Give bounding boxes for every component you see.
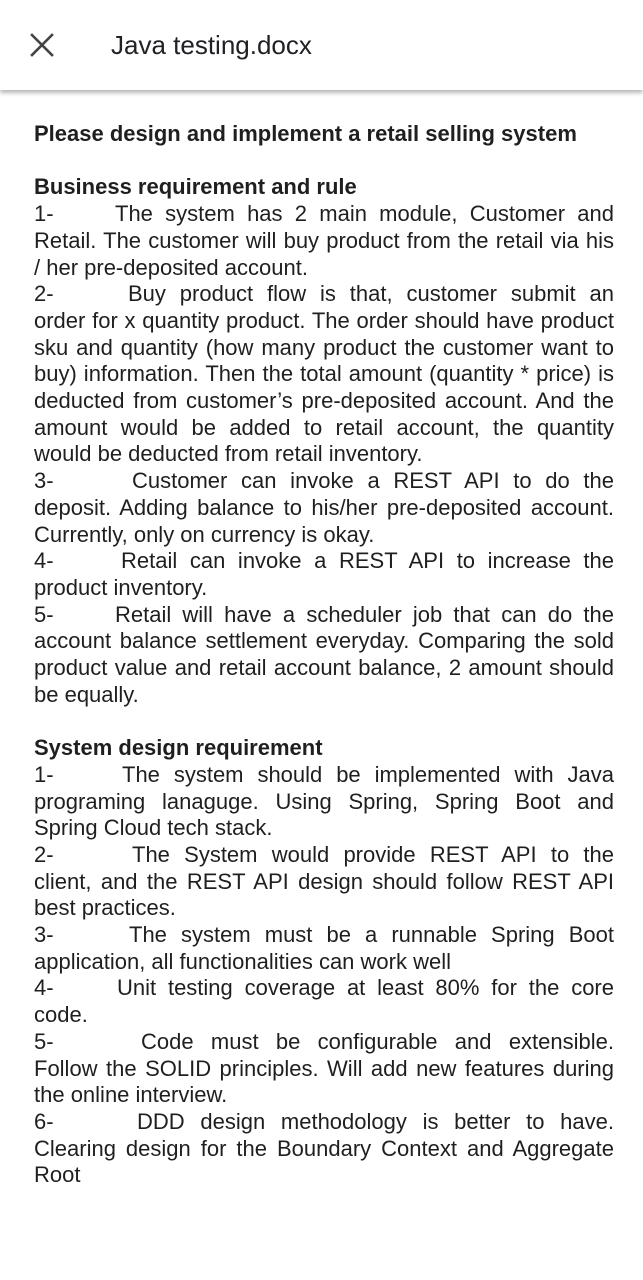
item-number: 3- xyxy=(34,468,54,494)
system-design-requirements-list: 1- The system should be implemented with … xyxy=(34,762,614,1189)
item-number: 3- xyxy=(34,922,54,948)
item-number: 4- xyxy=(34,975,54,1001)
item-number: 1- xyxy=(34,761,54,787)
list-item: 4- Retail can invoke a REST API to increa… xyxy=(34,548,614,601)
list-item: 2- Buy product flow is that, customer sub… xyxy=(34,281,614,468)
list-item: 5- Retail will have a scheduler job that … xyxy=(34,602,614,709)
list-item: 5- Code must be configurable and extensib… xyxy=(34,1029,614,1109)
document-body: Please design and implement a retail sel… xyxy=(34,121,614,1189)
item-text: Retail can invoke a REST API to increase… xyxy=(34,548,614,600)
list-item: 3- The system must be a runnable Spring B… xyxy=(34,922,614,975)
item-number: 5- xyxy=(34,1028,54,1054)
section-heading-business: Business requirement and rule xyxy=(34,174,357,200)
list-item: 3- Customer can invoke a REST API to do t… xyxy=(34,468,614,548)
top-app-bar: Java testing.docx xyxy=(0,0,643,90)
item-number: 4- xyxy=(34,548,54,574)
item-number: 2- xyxy=(34,281,54,307)
item-number: 6- xyxy=(34,1108,54,1134)
section-heading-system-design: System design requirement xyxy=(34,735,323,761)
item-text: The system has 2 main module, Customer a… xyxy=(34,201,614,280)
close-button[interactable] xyxy=(22,25,62,65)
business-requirements-list: 1- The system has 2 main module, Customer… xyxy=(34,201,614,708)
item-number: 5- xyxy=(34,601,54,627)
list-item: 4- Unit testing coverage at least 80% for… xyxy=(34,975,614,1028)
document-title: Java testing.docx xyxy=(111,30,312,60)
list-item: 1- The system should be implemented with … xyxy=(34,762,614,842)
item-number: 2- xyxy=(34,841,54,867)
item-text: Unit testing coverage at least 80% for t… xyxy=(34,975,614,1028)
close-icon xyxy=(30,33,54,57)
item-text: Retail will have a scheduler job that ca… xyxy=(34,601,614,707)
item-text: Buy product flow is that, customer submi… xyxy=(34,281,614,467)
item-number: 1- xyxy=(34,201,54,227)
list-item: 6- DDD design methodology is better to ha… xyxy=(34,1109,614,1189)
list-item: 1- The system has 2 main module, Customer… xyxy=(34,201,614,281)
document-heading: Please design and implement a retail sel… xyxy=(34,121,577,146)
list-item: 2- The System would provide REST API to t… xyxy=(34,842,614,922)
